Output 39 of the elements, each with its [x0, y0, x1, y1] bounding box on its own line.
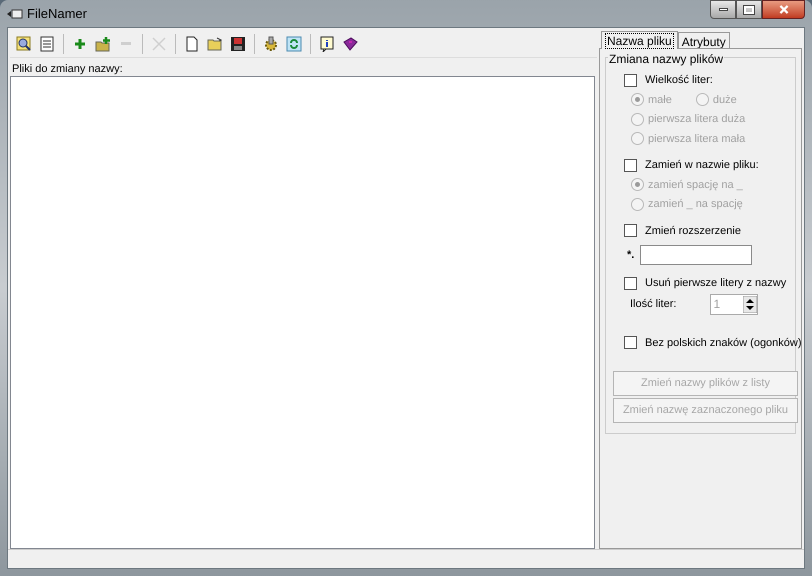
radio-label: pierwsza litera duża [648, 112, 746, 127]
minus-icon [120, 42, 132, 45]
count-label: Ilość liter: [630, 296, 676, 312]
checkbox-label: Bez polskich znaków (ogonków) [645, 336, 802, 350]
checkbox-label: Wielkość liter: [645, 73, 713, 88]
checkbox-label: Usuń pierwsze litery z nazwy [645, 276, 786, 291]
checkbox[interactable] [624, 336, 637, 350]
radio-label: pierwsza litera mała [648, 132, 746, 146]
minimize-button[interactable] [710, 0, 736, 19]
checkbox-label: Zamień w nazwie pliku: [645, 158, 759, 173]
floppy-icon [230, 36, 246, 52]
extension-prefix: *. [627, 248, 634, 263]
checkbox-label: Zmień rozszerzenie [645, 224, 741, 238]
document-icon [184, 36, 200, 52]
radio-label: zamień _ na spację [648, 197, 743, 212]
maximize-button[interactable] [736, 0, 762, 19]
folder-plus-icon [95, 36, 111, 52]
magnifier-icon [16, 36, 32, 52]
radio-label: małe [648, 92, 672, 108]
window-title: FileNamer [27, 4, 87, 23]
close-icon [778, 5, 788, 14]
notepad-icon [39, 36, 55, 52]
radio-label: duże [712, 92, 737, 108]
checkbox[interactable] [624, 158, 637, 172]
app-icon [7, 8, 23, 20]
tab[interactable]: Nazwa pliku [601, 31, 678, 49]
checkbox[interactable] [624, 74, 637, 87]
spinner-arrows-icon [743, 296, 758, 312]
extension-field[interactable] [640, 245, 752, 265]
tab[interactable]: Atrybuty [678, 32, 730, 48]
info-icon [319, 36, 335, 52]
gear-icon [263, 36, 279, 52]
close-button[interactable] [762, 0, 805, 19]
close-icon [151, 36, 167, 52]
checkbox[interactable] [624, 224, 637, 238]
radio-label: zamień spację na _ [648, 178, 743, 192]
list-label: Pliki do zmiany nazwy: [12, 63, 124, 76]
folder-icon [207, 36, 223, 52]
refresh-icon [286, 36, 302, 52]
